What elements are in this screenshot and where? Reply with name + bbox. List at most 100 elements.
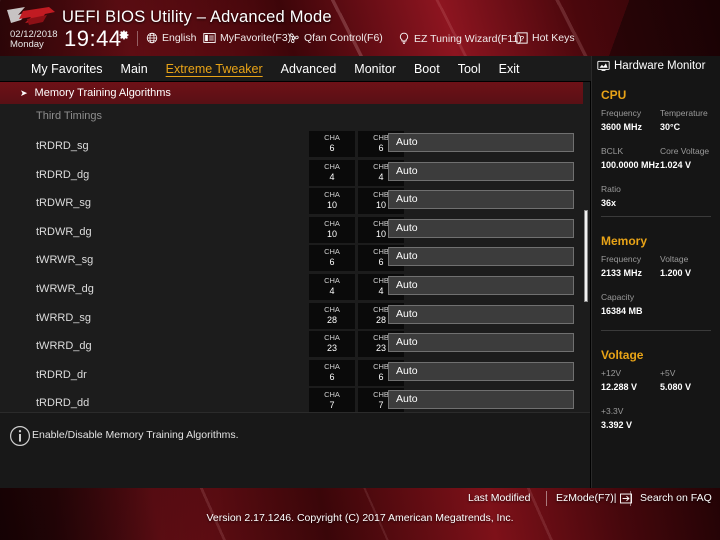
- timing-select[interactable]: Auto: [388, 390, 574, 410]
- channel-a-value-box: CHA 28: [309, 302, 355, 329]
- sidebar-field-value: 5.080 V: [660, 382, 692, 392]
- channel-a-header: CHA: [324, 304, 340, 314]
- gear-icon[interactable]: [118, 29, 130, 41]
- table-row[interactable]: tRDRD_dr CHA 6 CHB 6 Auto: [0, 359, 590, 388]
- tab-exit[interactable]: Exit: [490, 56, 529, 82]
- channel-a-header: CHA: [324, 390, 340, 400]
- table-row[interactable]: tRDRD_dg CHA 4 CHB 4 Auto: [0, 159, 590, 188]
- header-item-hotkeys[interactable]: ? Hot Keys: [516, 32, 575, 44]
- hardware-monitor-title-row: Hardware Monitor: [597, 60, 705, 72]
- bookmark-list-icon: [203, 33, 216, 43]
- scrollbar-thumb[interactable]: [583, 210, 588, 302]
- timing-select[interactable]: Auto: [388, 361, 574, 381]
- table-row[interactable]: tRDRD_dd CHA 7 CHB 7 Auto: [0, 387, 590, 412]
- tab-label: Tool: [457, 61, 481, 76]
- sidebar-section-title: Memory: [601, 234, 648, 248]
- table-row[interactable]: tWRRD_dg CHA 23 CHB 23 Auto: [0, 330, 590, 359]
- footer-link-ezmode[interactable]: EzMode(F7)|: [556, 492, 632, 504]
- footer-bar: Last Modified EzMode(F7)| Search on FAQ …: [0, 488, 720, 540]
- footer-divider-2: [630, 491, 631, 506]
- tab-label: Exit: [498, 61, 520, 76]
- timing-select[interactable]: Auto: [388, 218, 574, 238]
- timing-rows: tRDRD_sg CHA 6 CHB 6 Auto tRDRD_dg CHA 4 CHB 4 Auto…: [0, 130, 590, 412]
- page-title: UEFI BIOS Utility – Advanced Mode: [62, 8, 332, 26]
- tab-main[interactable]: Main: [112, 56, 157, 82]
- table-row[interactable]: tRDRD_sg CHA 6 CHB 6 Auto: [0, 130, 590, 159]
- channel-a-header: CHA: [324, 333, 340, 343]
- tab-label: Advanced: [280, 61, 337, 76]
- sidebar-field-value: 30°C: [660, 122, 681, 132]
- hardware-monitor-title: Hardware Monitor: [614, 60, 706, 72]
- channel-a-header: CHA: [324, 161, 340, 171]
- header-item-english[interactable]: English: [146, 32, 196, 44]
- timing-select[interactable]: Auto: [388, 133, 574, 152]
- header-item-myfavorite[interactable]: MyFavorite(F3): [203, 32, 291, 44]
- tab-extreme-tweaker[interactable]: Extreme Tweaker: [157, 56, 272, 82]
- table-row[interactable]: tRDWR_sg CHA 10 CHB 10 Auto: [0, 187, 590, 216]
- sidebar-field-value: 1.200 V: [660, 268, 692, 278]
- tab-advanced[interactable]: Advanced: [272, 56, 346, 82]
- timing-label: tWRWR_dg: [36, 282, 94, 295]
- timing-select[interactable]: Auto: [388, 333, 574, 353]
- channel-a-header: CHA: [324, 275, 340, 285]
- header-divider-1: [137, 31, 138, 46]
- timing-select[interactable]: Auto: [388, 275, 574, 295]
- channel-a-value-box: CHA 23: [309, 331, 355, 358]
- channel-a-header: CHA: [324, 218, 340, 228]
- table-row[interactable]: tWRWR_dg CHA 4 CHB 4 Auto: [0, 273, 590, 302]
- timing-label: tRDRD_sg: [36, 140, 89, 152]
- timing-select[interactable]: Auto: [388, 247, 574, 267]
- header-item-eztuning[interactable]: EZ Tuning Wizard(F11): [398, 32, 522, 45]
- svg-text:?: ?: [520, 34, 524, 43]
- timing-label: tWRRD_dg: [36, 340, 92, 353]
- help-panel: Enable/Disable Memory Training Algorithm…: [0, 412, 590, 488]
- table-row[interactable]: tRDWR_dg CHA 10 CHB 10 Auto: [0, 216, 590, 245]
- table-row[interactable]: tWRWR_sg CHA 6 CHB 6 Auto: [0, 244, 590, 273]
- tab-label: Boot: [413, 61, 440, 76]
- sidebar-field-label: Frequency: [601, 254, 642, 264]
- sidebar-field-label: +12V: [601, 368, 622, 378]
- footer-link-label: EzMode(F7)|: [556, 492, 617, 504]
- header-item-label: MyFavorite(F3): [220, 32, 292, 44]
- selection-arrow-icon: ➤: [20, 87, 28, 98]
- footer-link-label: Search on FAQ: [640, 492, 712, 504]
- tab-tool[interactable]: Tool: [449, 56, 490, 82]
- table-row[interactable]: tWRRD_sg CHA 28 CHB 28 Auto: [0, 302, 590, 331]
- sidebar-field-label: +3.3V: [601, 406, 624, 416]
- globe-icon: [146, 32, 158, 44]
- timing-select[interactable]: Auto: [388, 190, 574, 210]
- monitor-icon: [597, 60, 610, 71]
- fan-icon: [289, 33, 299, 43]
- channel-a-header: CHA: [324, 190, 340, 200]
- channel-a-value-box: CHA 10: [309, 188, 355, 215]
- sidebar-field-value: 100.0000 MHz: [601, 160, 660, 170]
- timing-label: tRDRD_dg: [36, 168, 90, 181]
- footer-link-search-faq[interactable]: Search on FAQ: [640, 492, 712, 504]
- lightbulb-icon: [399, 32, 409, 44]
- menu-item-memory-training-algorithms[interactable]: ➤ Memory Training Algorithms: [0, 82, 588, 104]
- channel-a-value-box: CHA 6: [309, 359, 355, 386]
- channel-a-value: 28: [326, 314, 337, 325]
- channel-a-value: 10: [326, 200, 337, 211]
- settings-panel: ➤ Memory Training Algorithms Third Timin…: [0, 82, 590, 412]
- footer-link-last-modified[interactable]: Last Modified: [468, 492, 530, 504]
- weekday-value: Monday: [10, 38, 44, 50]
- sidebar-field-value: 36x: [601, 198, 617, 208]
- tab-my-favorites[interactable]: My Favorites: [22, 56, 112, 82]
- tab-boot[interactable]: Boot: [405, 56, 449, 82]
- help-text: Enable/Disable Memory Training Algorithm…: [32, 429, 239, 441]
- channel-a-value: 4: [329, 171, 335, 182]
- sidebar-divider: [601, 216, 711, 217]
- header-item-label: EZ Tuning Wizard(F11): [414, 32, 522, 45]
- info-icon: [10, 426, 30, 446]
- sidebar-field-value: 16384 MB: [601, 306, 643, 316]
- tab-monitor[interactable]: Monitor: [345, 56, 405, 82]
- sidebar-field-label: Voltage: [660, 254, 689, 264]
- channel-a-header: CHA: [324, 247, 340, 257]
- timing-select[interactable]: Auto: [388, 161, 574, 181]
- header-item-label: Hot Keys: [532, 32, 575, 44]
- header-item-qfan[interactable]: Qfan Control(F6): [287, 32, 383, 44]
- channel-a-value: 6: [329, 371, 335, 382]
- sidebar-section-title: CPU: [601, 88, 627, 102]
- timing-select[interactable]: Auto: [388, 304, 574, 324]
